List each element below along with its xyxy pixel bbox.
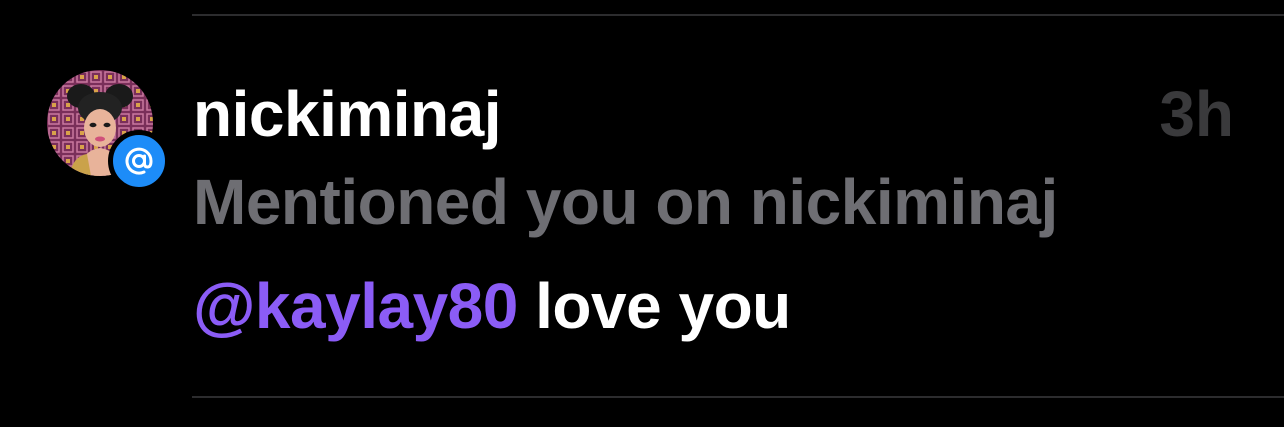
notification-subtitle: Mentioned you on nickiminaj (193, 166, 1058, 238)
message-text: love you (517, 270, 791, 342)
bottom-divider (192, 396, 1284, 398)
message-content: @kaylay80 love you (193, 270, 791, 342)
avatar-container[interactable] (47, 70, 170, 192)
mention-link[interactable]: @kaylay80 (193, 270, 518, 342)
username[interactable]: nickiminaj (193, 78, 502, 150)
at-sign-icon (125, 147, 153, 175)
timestamp: 3h (1159, 78, 1234, 150)
mention-badge (108, 130, 170, 192)
mention-notification[interactable]: nickiminaj 3h Mentioned you on nickimina… (0, 0, 1284, 427)
